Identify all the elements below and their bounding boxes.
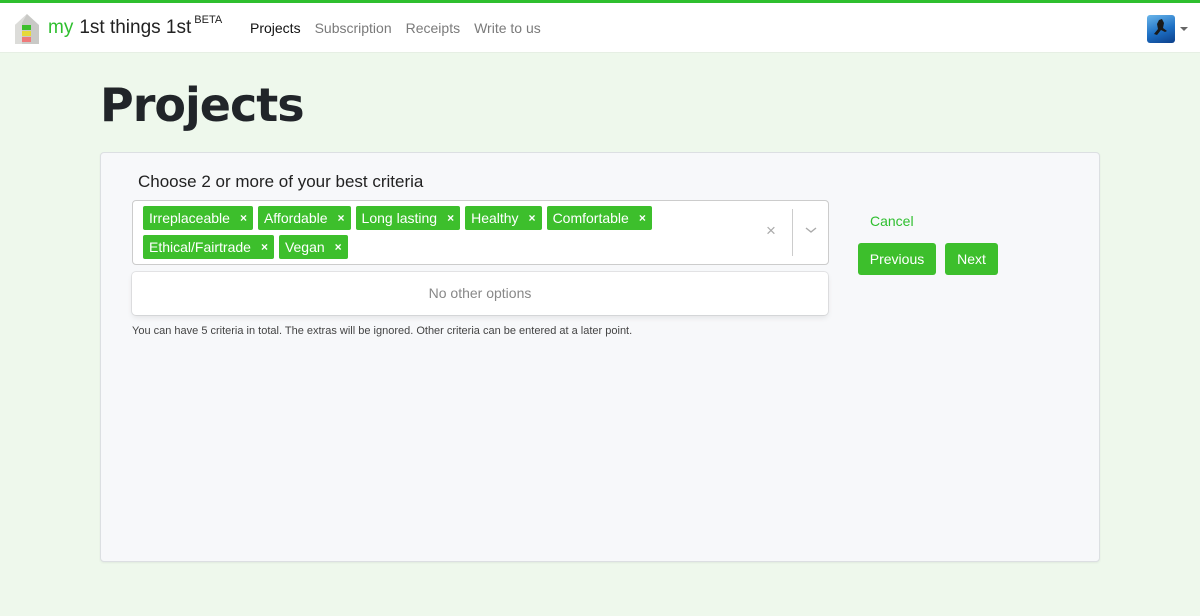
chip-label: Affordable <box>263 210 328 226</box>
criteria-chip: Long lasting × <box>355 206 461 230</box>
brand-name: 1st things 1st <box>79 17 192 38</box>
caret-down-icon[interactable] <box>1180 27 1188 31</box>
criteria-chip: Ethical/Fairtrade × <box>143 235 274 259</box>
nav-subscription[interactable]: Subscription <box>315 20 392 36</box>
navbar: my 1st things 1st BETA Projects Subscripti… <box>0 3 1200 53</box>
beta-badge: BETA <box>194 14 223 26</box>
cancel-link[interactable]: Cancel <box>870 213 914 229</box>
criteria-hint: You can have 5 criteria in total. The ex… <box>132 325 633 337</box>
remove-chip-icon[interactable]: × <box>338 206 345 230</box>
user-avatar[interactable] <box>1147 15 1175 43</box>
nav-projects[interactable]: Projects <box>250 20 301 36</box>
options-menu: No other options <box>132 272 828 315</box>
criteria-chip: Comfortable × <box>546 206 652 230</box>
page-title: Projects <box>100 78 305 132</box>
indicator-separator <box>792 209 793 256</box>
criteria-chip: Vegan × <box>278 235 348 259</box>
clear-all-icon[interactable]: × <box>766 221 776 241</box>
remove-chip-icon[interactable]: × <box>529 206 536 230</box>
remove-chip-icon[interactable]: × <box>639 206 646 230</box>
chip-label: Healthy <box>471 210 519 226</box>
next-button[interactable]: Next <box>945 243 998 275</box>
criteria-card: Choose 2 or more of your best criteria I… <box>100 152 1100 562</box>
chip-label: Ethical/Fairtrade <box>149 239 251 255</box>
remove-chip-icon[interactable]: × <box>240 206 247 230</box>
selected-criteria: Irreplaceable × Affordable × Long lastin… <box>143 206 753 259</box>
criteria-label: Choose 2 or more of your best criteria <box>138 172 424 191</box>
chip-label: Long lasting <box>361 210 438 226</box>
house-logo-icon <box>15 14 39 44</box>
nav-write-to-us[interactable]: Write to us <box>474 20 541 36</box>
criteria-chip: Affordable × <box>257 206 351 230</box>
chevron-down-icon[interactable] <box>804 225 818 235</box>
criteria-chip: Healthy × <box>465 206 542 230</box>
chip-label: Vegan <box>284 239 325 255</box>
remove-chip-icon[interactable]: × <box>261 235 268 259</box>
previous-button[interactable]: Previous <box>858 243 936 275</box>
brand-my: my <box>48 17 74 38</box>
chip-label: Comfortable <box>552 210 629 226</box>
brand[interactable]: my 1st things 1st BETA <box>48 14 223 39</box>
criteria-multiselect[interactable]: Irreplaceable × Affordable × Long lastin… <box>132 200 829 265</box>
criteria-chip: Irreplaceable × <box>143 206 253 230</box>
main-nav: Projects Subscription Receipts Write to … <box>250 20 541 36</box>
avatar-figure-icon <box>1154 19 1167 35</box>
nav-receipts[interactable]: Receipts <box>406 20 460 36</box>
chip-label: Irreplaceable <box>149 210 230 226</box>
remove-chip-icon[interactable]: × <box>335 235 342 259</box>
remove-chip-icon[interactable]: × <box>447 206 454 230</box>
